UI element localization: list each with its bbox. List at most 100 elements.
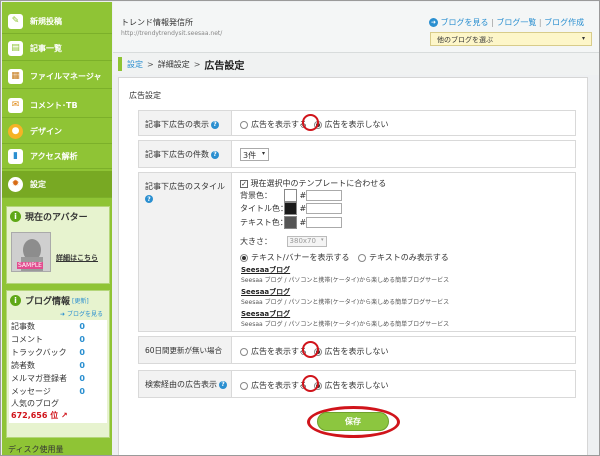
help-icon[interactable]: ?: [211, 150, 219, 159]
title-color-input[interactable]: [306, 203, 343, 214]
bg-color-input[interactable]: [306, 190, 343, 201]
hide-ads-radio[interactable]: [313, 120, 322, 129]
blog-list-link[interactable]: ブログ一覧: [496, 18, 536, 27]
nav-label: コメント･TB: [30, 100, 78, 110]
dropdown-arrow-icon: ▾: [321, 237, 324, 243]
view-blog-link[interactable]: ➜ ブログを見る: [7, 309, 109, 318]
update-link[interactable]: [更新]: [72, 296, 89, 305]
ad-preview: Seesaaブログ Seesaa ブログ / パソコンと携帯(ケータイ)から楽し…: [241, 265, 491, 331]
nav-design[interactable]: ● デザイン: [2, 119, 112, 144]
avatar-detail-link[interactable]: 詳細はこちら: [56, 253, 98, 263]
ad-sample: Seesaaブログ Seesaa ブログ / パソコンと携帯(ケータイ)から楽し…: [241, 266, 450, 284]
blog-name[interactable]: トレンド情報発信所: [121, 17, 193, 28]
header: トレンド情報発信所 http://trendytrendysit.seesaa.…: [113, 2, 599, 53]
help-icon[interactable]: ?: [211, 120, 219, 129]
nav-label: ファイルマネージャ: [30, 71, 102, 81]
breadcrumb-detail[interactable]: 詳細設定: [158, 59, 190, 70]
size-row: 大きさ： 380x70 ▾: [240, 236, 327, 247]
page-title: 広告設定: [204, 60, 245, 72]
avatar-panel-title: i 現在のアバター: [7, 207, 109, 225]
text-color-swatch[interactable]: [284, 216, 297, 229]
popular-blog-label: 人気のブログ: [11, 399, 59, 408]
info-icon: i: [10, 210, 21, 222]
ad-sample: Seesaaブログ Seesaa ブログ / パソコンと携帯(ケータイ)から楽し…: [241, 310, 450, 328]
blog-url[interactable]: http://trendytrendysit.seesaa.net/: [121, 30, 222, 37]
save-button[interactable]: 保存: [317, 412, 389, 431]
sample-badge: SAMPLE: [17, 262, 43, 269]
arrow-circle-icon: ➜: [60, 311, 66, 318]
size-select[interactable]: 380x70 ▾: [286, 236, 327, 247]
dropdown-arrow-icon: ▾: [261, 150, 265, 157]
avatar-panel: i 現在のアバター SAMPLE 詳細はこちら: [6, 206, 110, 284]
nav-file-manager[interactable]: ▦ ファイルマネージャ: [2, 64, 112, 89]
avatar[interactable]: SAMPLE: [11, 232, 51, 272]
nav-analytics[interactable]: ▮ アクセス解析: [2, 144, 112, 169]
comment-icon: ✉: [8, 97, 23, 113]
checkbox-checked-icon[interactable]: ✓: [240, 179, 248, 188]
nav-label: デザイン: [30, 126, 62, 136]
breadcrumb-marker: [118, 57, 122, 71]
nav-label: 設定: [30, 179, 46, 189]
stat-row: メルマガ登録者 0: [11, 374, 85, 383]
blog-info-panel: i ブログ情報 [更新] ➜ ブログを見る 記事数 0 コメント 0 トラックバック…: [6, 290, 110, 438]
row-no-update: 60日間更新が無い場合 広告を表示する 広告を表示しない: [138, 336, 576, 364]
window: ✎ 新規投稿 ▤ 記事一覧 ▦ ファイルマネージャ ✉ コメント･TB ● デザ…: [0, 0, 600, 456]
pencil-icon: ✎: [8, 13, 23, 29]
row-label: 検索経由の広告表示?: [139, 371, 232, 397]
row-ad-style: 記事下広告のスタイル? ✓ 現在選択中のテンプレートに合わせる 背景色： # タ…: [138, 172, 576, 332]
settings-panel: 広告設定 記事下広告の表示? 広告を表示する 広告を表示しない 記事下広告の件数…: [118, 77, 588, 455]
stat-row: 記事数 0: [11, 322, 85, 331]
help-icon[interactable]: ?: [219, 380, 227, 389]
show-ads-radio[interactable]: [240, 347, 248, 356]
text-color-input[interactable]: [306, 217, 343, 228]
text-banner-radio[interactable]: [240, 253, 248, 262]
breadcrumb-settings[interactable]: 設定: [127, 59, 143, 70]
popular-rank[interactable]: 672,656 位 ↗: [9, 410, 107, 423]
palette-icon: ●: [8, 123, 23, 139]
nav-comments[interactable]: ✉ コメント･TB: [2, 93, 112, 118]
match-template-option[interactable]: ✓ 現在選択中のテンプレートに合わせる: [240, 178, 386, 189]
bg-color-swatch[interactable]: [284, 189, 297, 202]
search-ads-options: 広告を表示する 広告を表示しない: [240, 380, 389, 391]
nav-label: アクセス解析: [30, 151, 78, 161]
nav-new-post[interactable]: ✎ 新規投稿: [2, 9, 112, 34]
stat-row: 読者数 0: [11, 361, 85, 370]
row-label: 記事下広告のスタイル?: [139, 173, 232, 331]
other-blog-select[interactable]: 他のブログを選ぶ ▾: [430, 32, 592, 46]
chart-icon: ▮: [8, 148, 23, 164]
row-label: 記事下広告の件数?: [139, 141, 232, 167]
info-icon: i: [10, 294, 21, 306]
title-color-swatch[interactable]: [284, 202, 297, 215]
title-color-row: タイトル色： #: [240, 202, 343, 216]
display-mode-options: テキスト/バナーを表示する テキストのみ表示する: [240, 252, 449, 263]
row-label: 記事下広告の表示?: [139, 111, 232, 135]
nav-settings[interactable]: ✹ 設定: [2, 171, 112, 198]
text-color-row: テキスト色： #: [240, 216, 343, 230]
nav-article-list[interactable]: ▤ 記事一覧: [2, 36, 112, 61]
ad-count-select[interactable]: 3件 ▾: [240, 148, 269, 161]
view-blog-link[interactable]: ブログを見る: [441, 18, 489, 27]
ad-display-options: 広告を表示する 広告を表示しない: [240, 119, 389, 130]
ad-sample: Seesaaブログ Seesaa ブログ / パソコンと携帯(ケータイ)から楽し…: [241, 288, 450, 306]
create-blog-link[interactable]: ブログ作成: [544, 18, 584, 27]
nav-label: 新規投稿: [30, 16, 62, 26]
row-under-article: 記事下広告の表示? 広告を表示する 広告を表示しない: [138, 110, 576, 136]
no-update-options: 広告を表示する 広告を表示しない: [240, 346, 389, 357]
text-only-radio[interactable]: [358, 253, 367, 262]
hide-ads-radio[interactable]: [313, 347, 322, 356]
bg-color-row: 背景色： #: [240, 189, 343, 202]
external-arrow-icon: ↗: [61, 411, 68, 420]
dropdown-arrow-icon: ▾: [581, 35, 585, 42]
show-ads-radio[interactable]: [240, 381, 248, 390]
row-ad-count: 記事下広告の件数? 3件 ▾: [138, 140, 576, 168]
show-ads-radio[interactable]: [240, 120, 248, 129]
file-icon: ▦: [8, 68, 23, 84]
section-title: 広告設定: [129, 91, 161, 100]
header-links: ➜ ブログを見る | ブログ一覧 | ブログ作成: [429, 18, 585, 27]
color-settings: 背景色： # タイトル色： # テキスト色： #: [240, 189, 343, 230]
breadcrumb: 設定 > 詳細設定 > 広告設定: [113, 53, 599, 75]
stat-row: メッセージ 0: [11, 387, 85, 396]
row-label: 60日間更新が無い場合: [139, 337, 232, 363]
hide-ads-radio[interactable]: [313, 381, 322, 390]
help-icon[interactable]: ?: [145, 195, 153, 203]
